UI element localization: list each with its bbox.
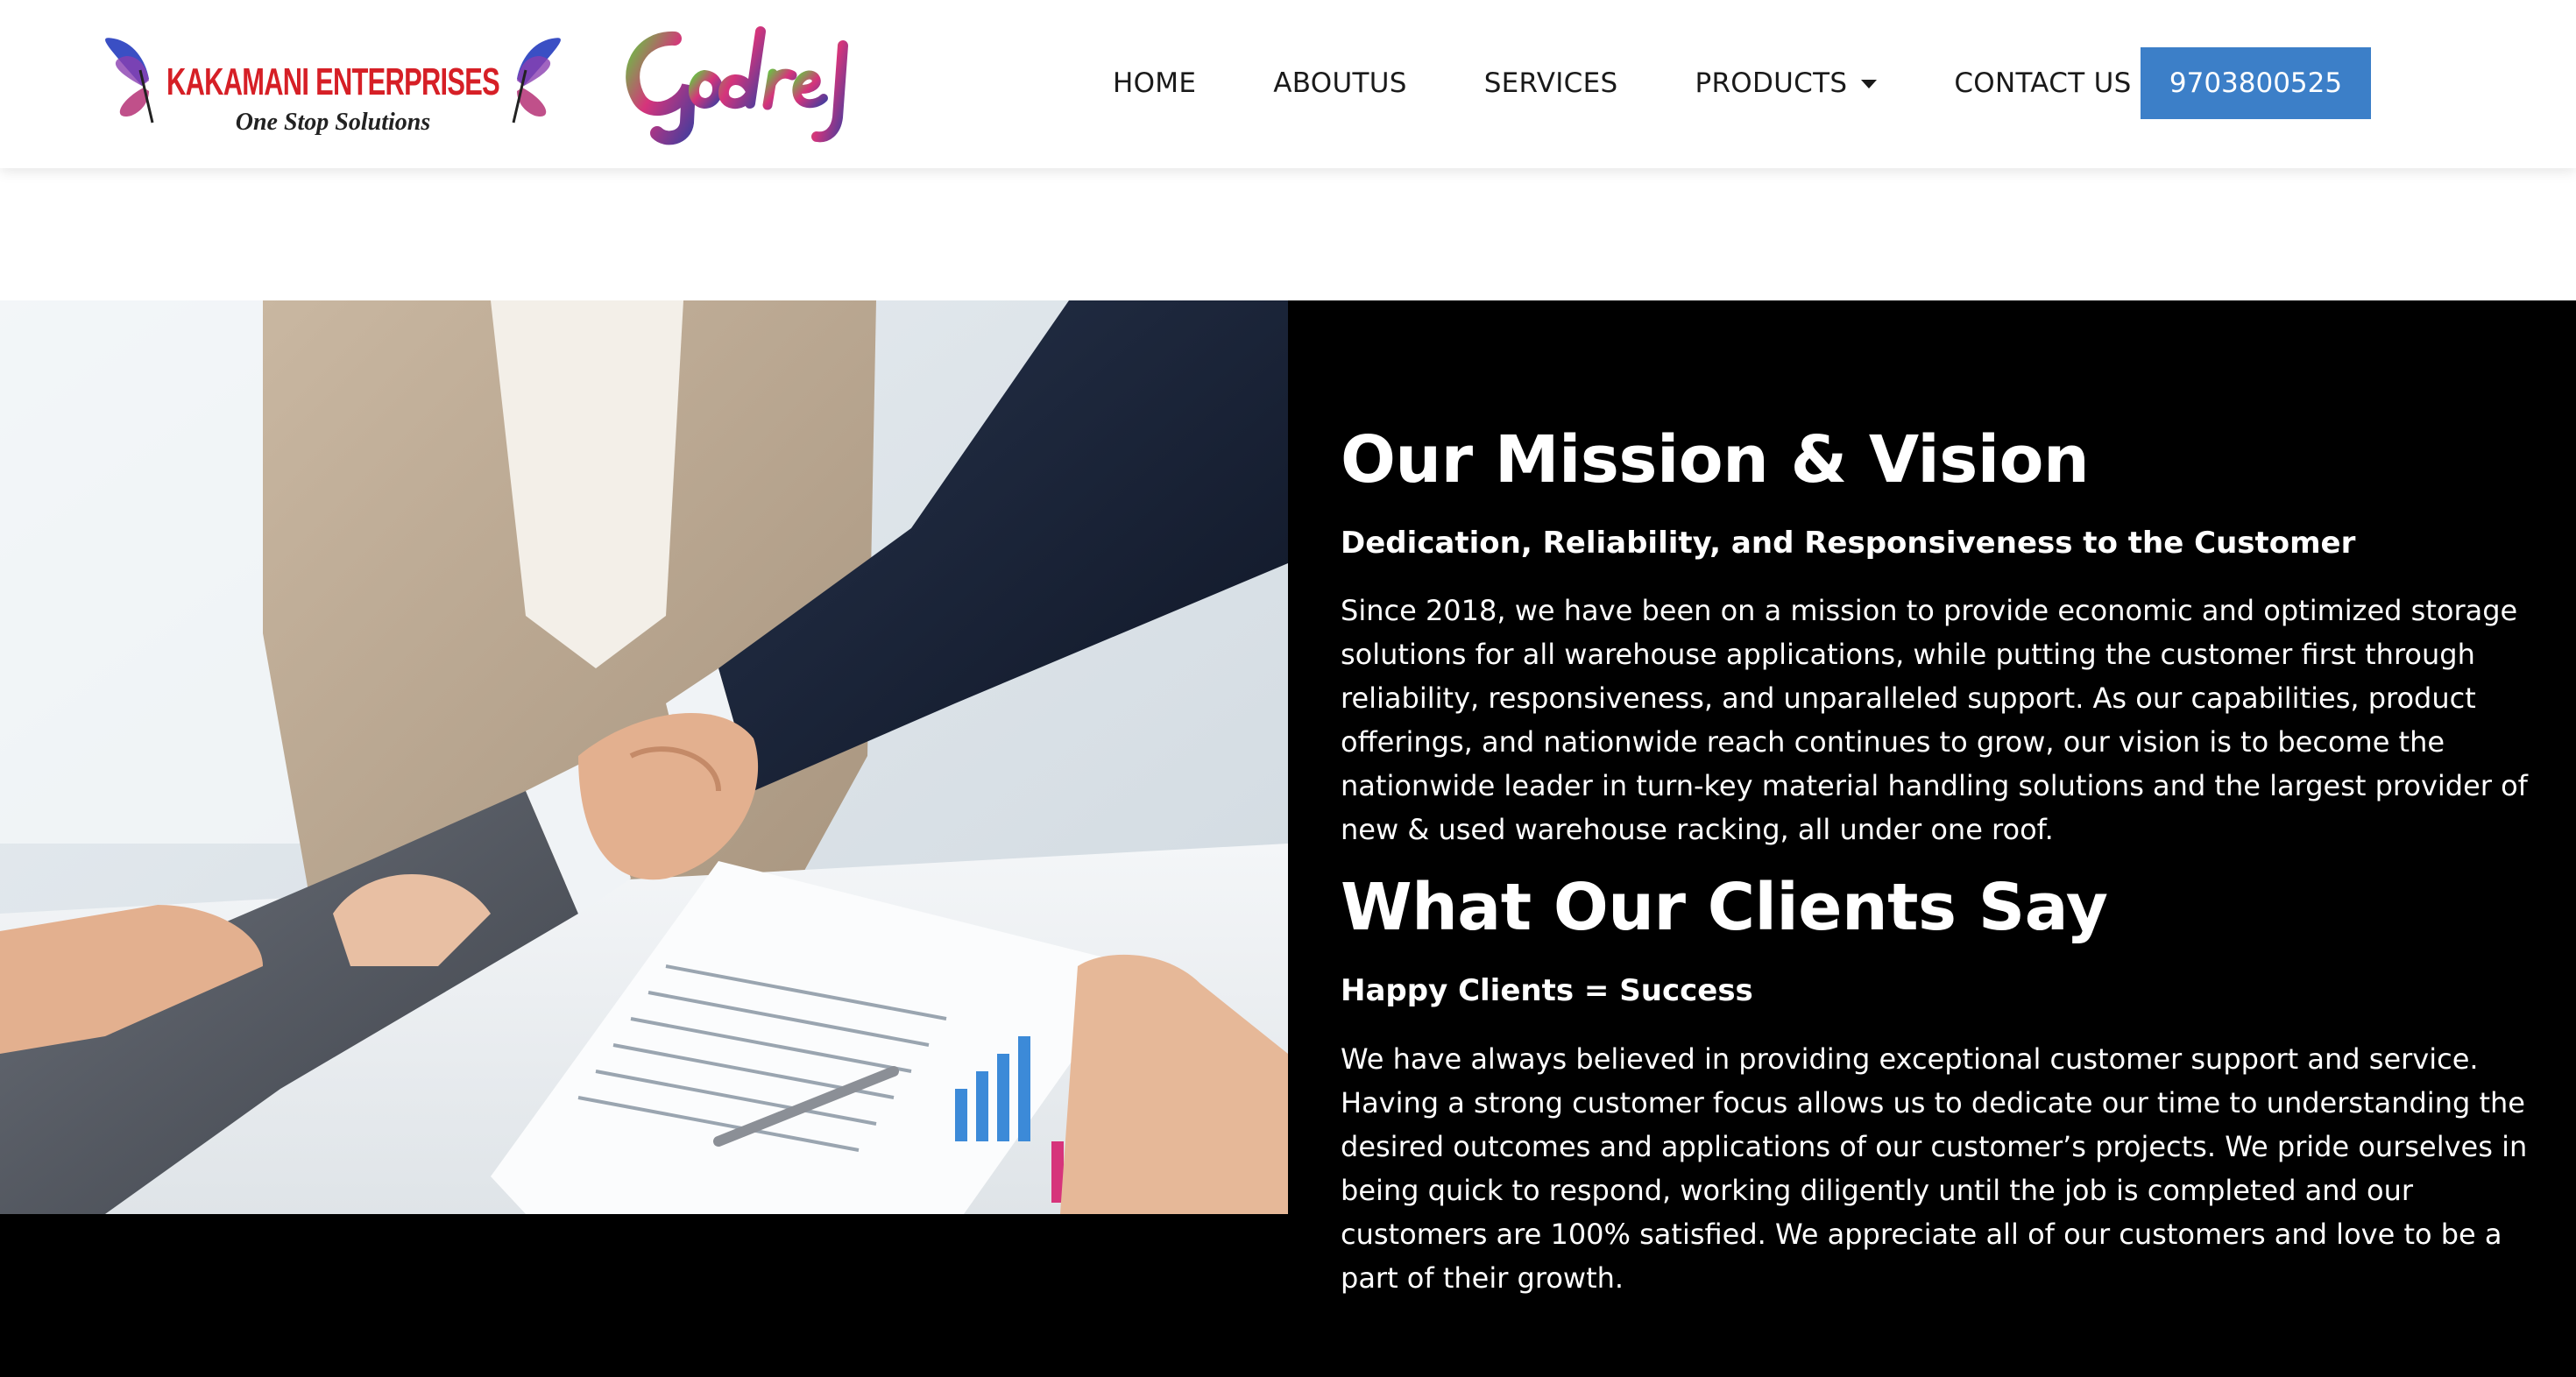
kakamani-logo[interactable]: KAKAMANI ENTERPRISES One Stop Solutions <box>88 18 578 140</box>
site-header: KAKAMANI ENTERPRISES One Stop Solutions … <box>0 0 2576 168</box>
mission-section: Our Mission & Vision Dedication, Reliabi… <box>0 300 2576 1377</box>
svg-text:KAKAMANI ENTERPRISES: KAKAMANI ENTERPRISES <box>166 60 499 103</box>
clients-subheading: Happy Clients = Success <box>1341 973 1753 1009</box>
clients-heading: What Our Clients Say <box>1341 870 2108 946</box>
phone-button[interactable]: 9703800525 <box>2141 47 2371 119</box>
nav-item-products-label: PRODUCTS <box>1695 67 1848 99</box>
mission-subheading: Dedication, Reliability, and Responsiven… <box>1341 526 2356 561</box>
nav-item-home[interactable]: HOME <box>1113 67 1196 99</box>
godrej-logo[interactable] <box>613 19 859 147</box>
mission-content: Our Mission & Vision Dedication, Reliabi… <box>1341 422 2532 1300</box>
butterfly-right-icon <box>512 38 561 124</box>
nav-item-products[interactable]: PRODUCTS <box>1695 67 1878 99</box>
nav-item-services[interactable]: SERVICES <box>1484 67 1618 99</box>
mission-paragraph: Since 2018, we have been on a mission to… <box>1341 594 2528 847</box>
nav-item-aboutus[interactable]: ABOUTUS <box>1273 67 1406 99</box>
butterfly-left-icon <box>105 38 154 124</box>
caret-down-icon <box>1861 80 1878 88</box>
mission-heading: Our Mission & Vision <box>1341 422 2090 498</box>
business-handshake-photo <box>0 300 1288 1214</box>
nav-item-contact-us[interactable]: CONTACT US <box>1954 67 2131 99</box>
svg-text:One Stop Solutions: One Stop Solutions <box>236 109 431 136</box>
main-nav: HOME ABOUTUS SERVICES PRODUCTS CONTACT U… <box>1113 47 2209 119</box>
clients-paragraph: We have always believed in providing exc… <box>1341 1042 2528 1295</box>
